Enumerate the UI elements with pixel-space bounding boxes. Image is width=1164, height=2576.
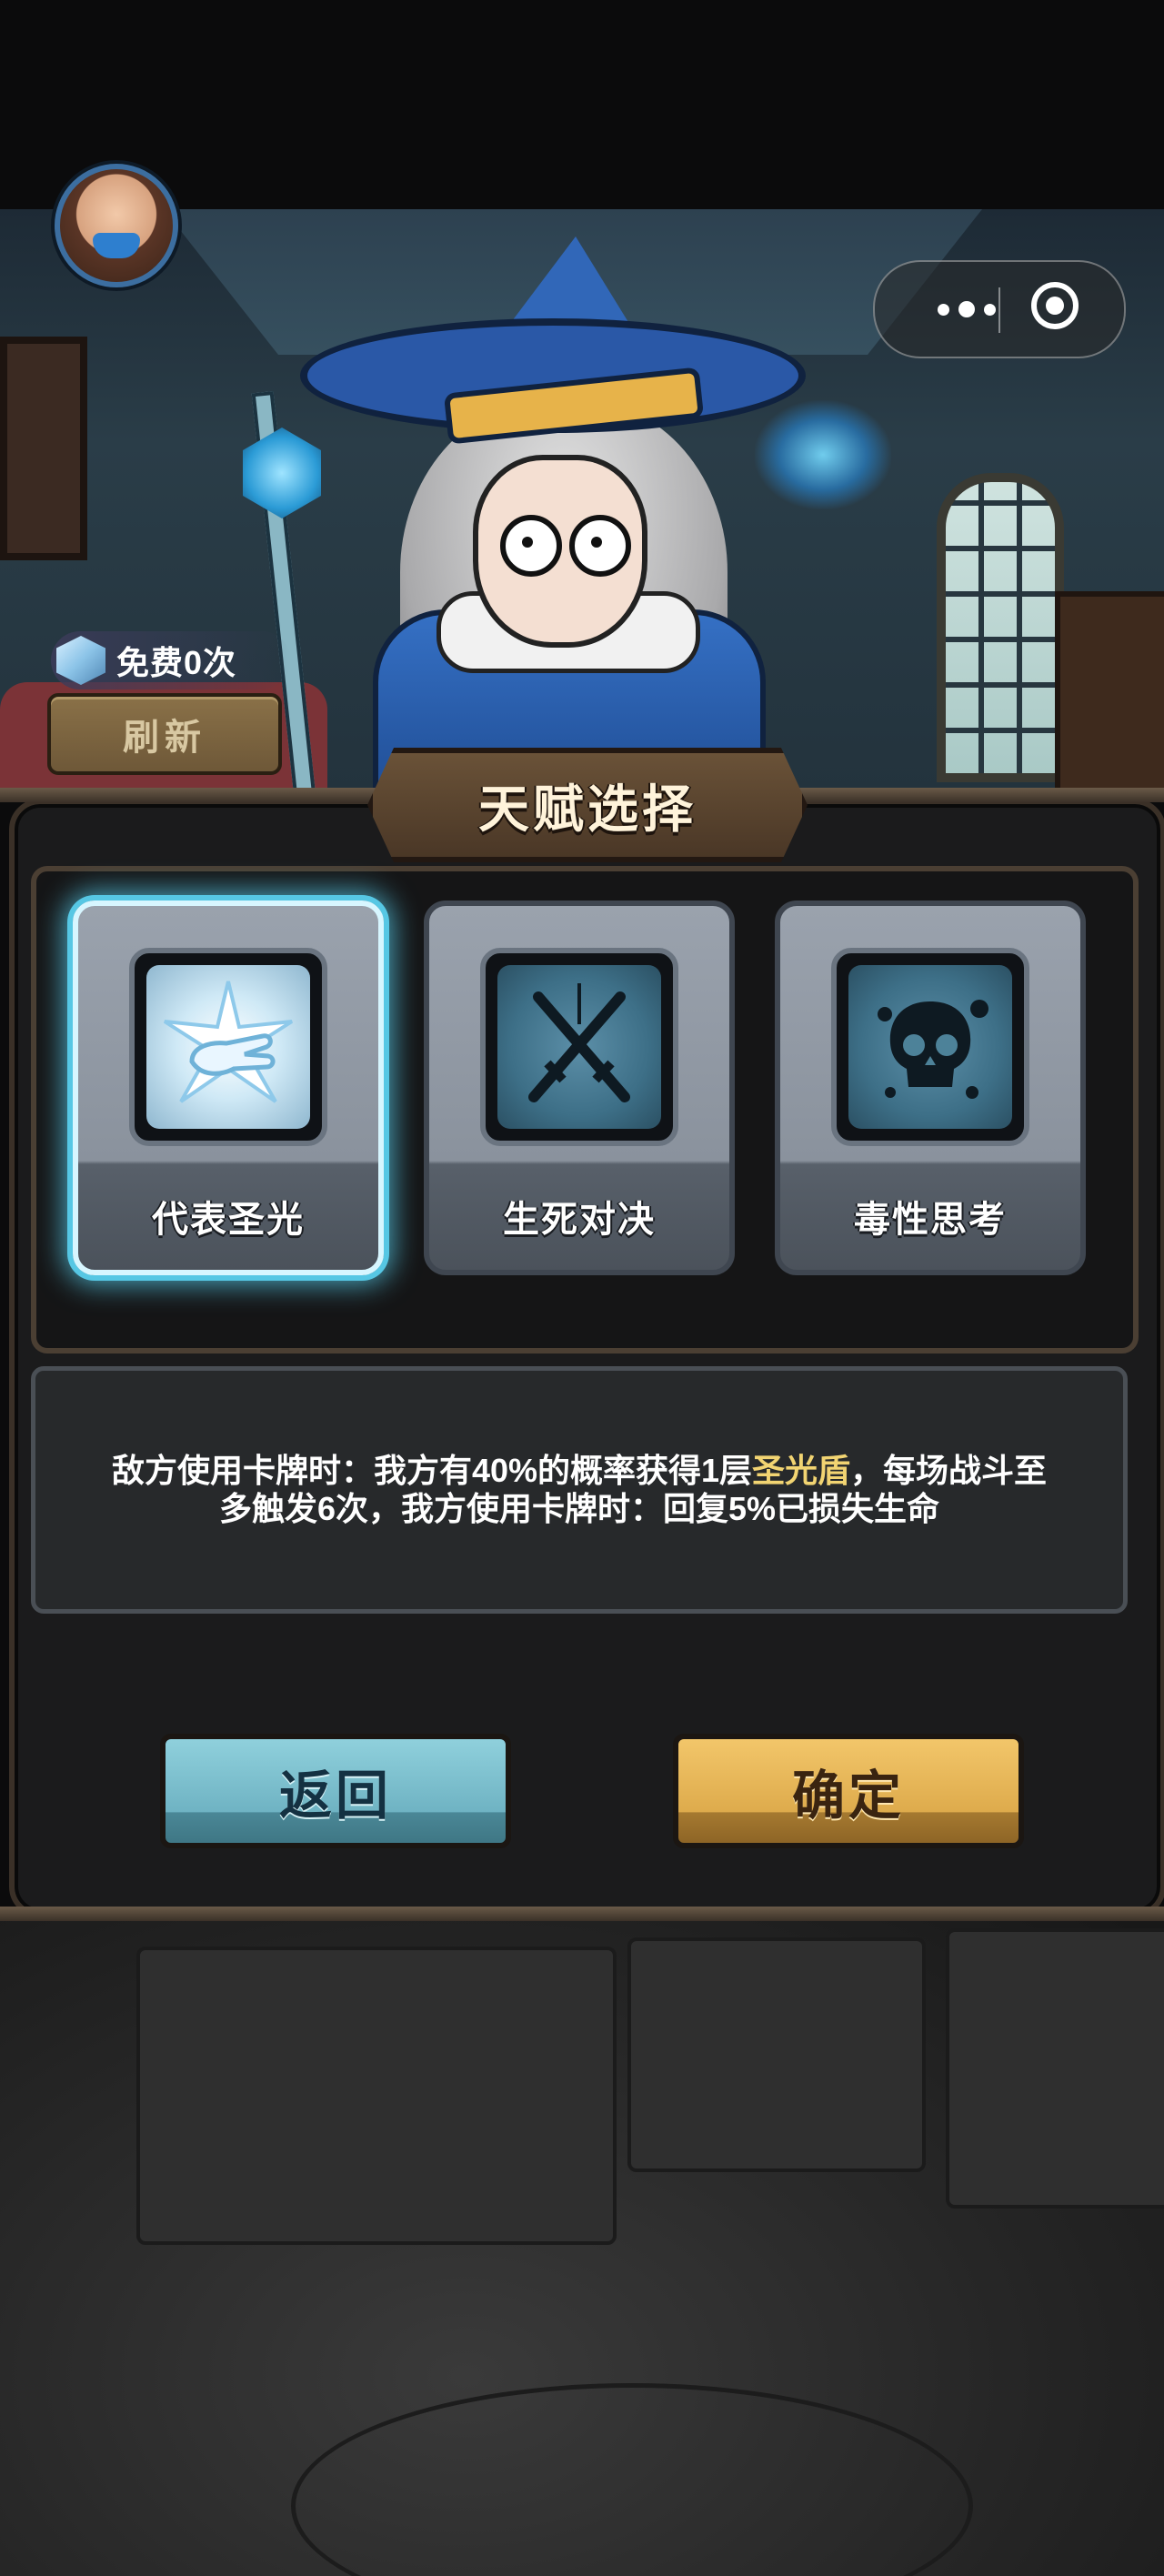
confirm-button[interactable]: 确定 [673,1734,1024,1848]
talent-icon-frame [129,948,327,1146]
poison-skull-icon [848,965,1012,1129]
description-highlight: 圣光盾 [752,1452,851,1489]
wizard-face [473,455,647,648]
floor-stone [627,1937,926,2172]
talent-card-duel[interactable]: 生死对决 [424,901,735,1275]
talent-description-box: 敌方使用卡牌时：我方有40%的概率获得1层圣光盾，每场战斗至多触发6次，我方使用… [31,1366,1128,1614]
free-refresh-badge: 免费0次 [51,631,291,689]
floor-stone [136,1947,617,2245]
staff-crystal-icon [243,428,321,518]
wizard-eye [500,515,562,577]
talent-name: 生死对决 [503,1200,656,1240]
back-button[interactable]: 返回 [160,1734,511,1848]
holy-hand-icon [146,965,310,1129]
crossed-swords-icon [497,965,661,1129]
panel-title: 天赋选择 [478,780,697,838]
refresh-button[interactable]: 刷新 [47,693,282,775]
crystal-cube-icon [56,636,105,685]
wizard-character [218,227,891,811]
talent-description: 敌方使用卡牌时：我方有40%的概率获得1层圣光盾，每场战斗至多触发6次，我方使用… [97,1452,1061,1528]
arched-window [937,473,1064,782]
player-avatar[interactable] [55,164,178,287]
bookshelf [1055,591,1164,791]
avatar-mask [93,233,140,258]
dungeon-floor [0,1910,1164,2576]
wall-painting [0,337,87,560]
talent-card-holy-light[interactable]: 代表圣光 [73,901,384,1275]
more-dots-icon[interactable] [908,278,1026,340]
panel-title-plaque: 天赋选择 [367,748,808,862]
floor-puddle [291,2383,973,2576]
capsule-divider [998,287,1000,333]
talent-icon-frame [831,948,1029,1146]
game-scene: 免费0次 刷新 天赋选择 代表圣光 生死对决 毒性思考 敌方使用卡牌时：我方有4… [0,0,1164,2576]
talent-name: 代表圣光 [152,1200,305,1240]
miniprogram-capsule [873,260,1126,358]
talent-icon-frame [480,948,678,1146]
wizard-eye [569,515,631,577]
magic-book-icon [755,400,891,509]
panel-rail [0,1907,1164,1921]
description-text: 敌方使用卡牌时：我方有40%的概率获得1层 [111,1452,753,1489]
free-count-text: 免费0次 [116,644,237,681]
talent-card-poison[interactable]: 毒性思考 [775,901,1086,1275]
target-close-icon[interactable] [1031,282,1079,329]
floor-stone [946,1928,1164,2209]
talent-name: 毒性思考 [854,1200,1007,1240]
